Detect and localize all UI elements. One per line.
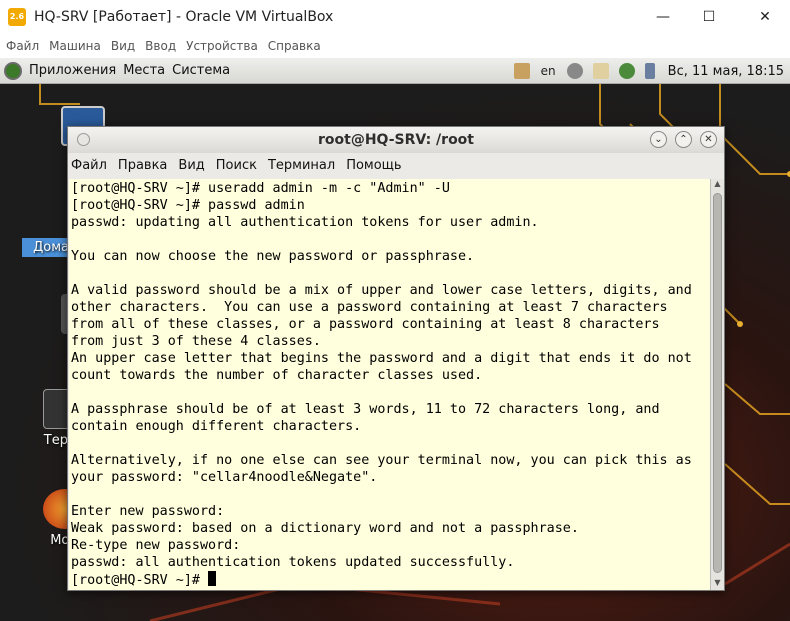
host-menu-view[interactable]: Вид — [109, 39, 135, 53]
terminal-menu-view[interactable]: Вид — [178, 158, 204, 173]
terminal-line: A passphrase should be of at least 3 wor… — [71, 402, 660, 417]
terminal-line: passwd: all authentication tokens update… — [71, 555, 515, 570]
terminal-line: [root@HQ-SRV ~]# passwd admin — [71, 198, 305, 213]
host-window-title: HQ-SRV [Работает] - Oracle VM VirtualBox — [34, 9, 334, 25]
terminal-menu-terminal[interactable]: Терминал — [268, 158, 335, 173]
panel-menu-applications[interactable]: Приложения — [29, 63, 116, 78]
terminal-menu-search[interactable]: Поиск — [216, 158, 257, 173]
keyboard-layout-indicator[interactable]: en — [541, 64, 556, 78]
terminal-menu-edit[interactable]: Правка — [118, 158, 167, 173]
terminal-line: Re-type new password: — [71, 538, 241, 553]
panel-clock[interactable]: Вс, 11 мая, 18:15 — [668, 64, 784, 79]
terminal-menu-file[interactable]: Файл — [71, 158, 107, 173]
minimize-button[interactable]: — — [640, 0, 686, 34]
terminal-line: passwd: updating all authentication toke… — [71, 215, 539, 230]
terminal-line: contain enough different characters. — [71, 419, 362, 434]
terminal-menu-help[interactable]: Помощь — [346, 158, 401, 173]
host-title-bar: 2.6 HQ-SRV [Работает] - Oracle VM Virtua… — [0, 0, 790, 34]
terminal-line: count towards the number of character cl… — [71, 368, 483, 383]
maximize-button[interactable]: ☐ — [686, 0, 732, 34]
terminal-prompt: [root@HQ-SRV ~]# — [71, 573, 209, 588]
panel-menu-system[interactable]: Система — [172, 63, 230, 78]
terminal-line: An upper case letter that begins the pas… — [71, 351, 692, 366]
terminal-minimize-button[interactable]: ⌄ — [650, 131, 667, 148]
host-menu-bar: Файл Машина Вид Ввод Устройства Справка — [0, 34, 790, 58]
host-menu-help[interactable]: Справка — [266, 39, 321, 53]
terminal-line: A valid password should be a mix of uppe… — [71, 283, 692, 298]
terminal-close-button[interactable]: ✕ — [700, 131, 717, 148]
notes-icon[interactable] — [592, 63, 609, 79]
terminal-line: [root@HQ-SRV ~]# useradd admin -m -c "Ad… — [71, 181, 450, 196]
terminal-line: You can now choose the new password or p… — [71, 249, 475, 264]
panel-menu-places[interactable]: Места — [123, 63, 165, 78]
volume-icon[interactable] — [566, 63, 583, 79]
battery-icon[interactable] — [644, 63, 655, 79]
clipboard-icon[interactable] — [513, 63, 530, 79]
terminal-line: your password: "cellar4noodle&Negate". — [71, 470, 378, 485]
close-button[interactable]: ✕ — [742, 0, 788, 34]
host-menu-machine[interactable]: Машина — [47, 39, 101, 53]
gnome-foot-icon[interactable] — [4, 61, 22, 80]
terminal-output[interactable]: [root@HQ-SRV ~]# useradd admin -m -c "Ad… — [69, 179, 711, 590]
terminal-cursor — [208, 571, 217, 586]
terminal-maximize-button[interactable]: ⌃ — [675, 131, 692, 148]
virtualbox-app-icon: 2.6 — [8, 8, 26, 26]
terminal-line: other characters. You can use a password… — [71, 300, 668, 315]
gnome-top-panel: Приложения Места Система en Вс, 11 мая, … — [0, 58, 790, 84]
terminal-line: from all of these classes, or a password… — [71, 317, 660, 332]
terminal-line: Enter new password: — [71, 504, 225, 519]
terminal-menu-bar: Файл Правка Вид Поиск Терминал Помощь — [68, 153, 724, 177]
host-menu-file[interactable]: Файл — [4, 39, 39, 53]
window-menu-icon[interactable] — [77, 133, 90, 146]
scroll-down-arrow-icon[interactable]: ▼ — [711, 578, 724, 590]
host-menu-input[interactable]: Ввод — [143, 39, 176, 53]
system-tray: en Вс, 11 мая, 18:15 — [509, 58, 790, 84]
terminal-title: root@HQ-SRV: /root — [317, 132, 474, 148]
terminal-line: Weak password: based on a dictionary wor… — [71, 521, 579, 536]
terminal-title-bar[interactable]: root@HQ-SRV: /root ⌄ ⌃ ✕ — [68, 127, 724, 153]
terminal-scrollbar[interactable]: ▲ ▼ — [710, 179, 724, 590]
terminal-prompt-line: [root@HQ-SRV ~]# — [71, 571, 711, 589]
host-menu-devices[interactable]: Устройства — [184, 39, 258, 53]
network-icon[interactable] — [618, 63, 635, 79]
scroll-up-arrow-icon[interactable]: ▲ — [711, 179, 724, 191]
scrollbar-thumb[interactable] — [713, 193, 722, 573]
terminal-line: from just 3 of these 4 classes. — [71, 334, 321, 349]
terminal-text: [root@HQ-SRV ~]# useradd admin -m -c "Ad… — [69, 179, 711, 589]
terminal-window: root@HQ-SRV: /root ⌄ ⌃ ✕ Файл Правка Вид… — [67, 126, 725, 591]
terminal-line: Alternatively, if no one else can see yo… — [71, 453, 692, 468]
